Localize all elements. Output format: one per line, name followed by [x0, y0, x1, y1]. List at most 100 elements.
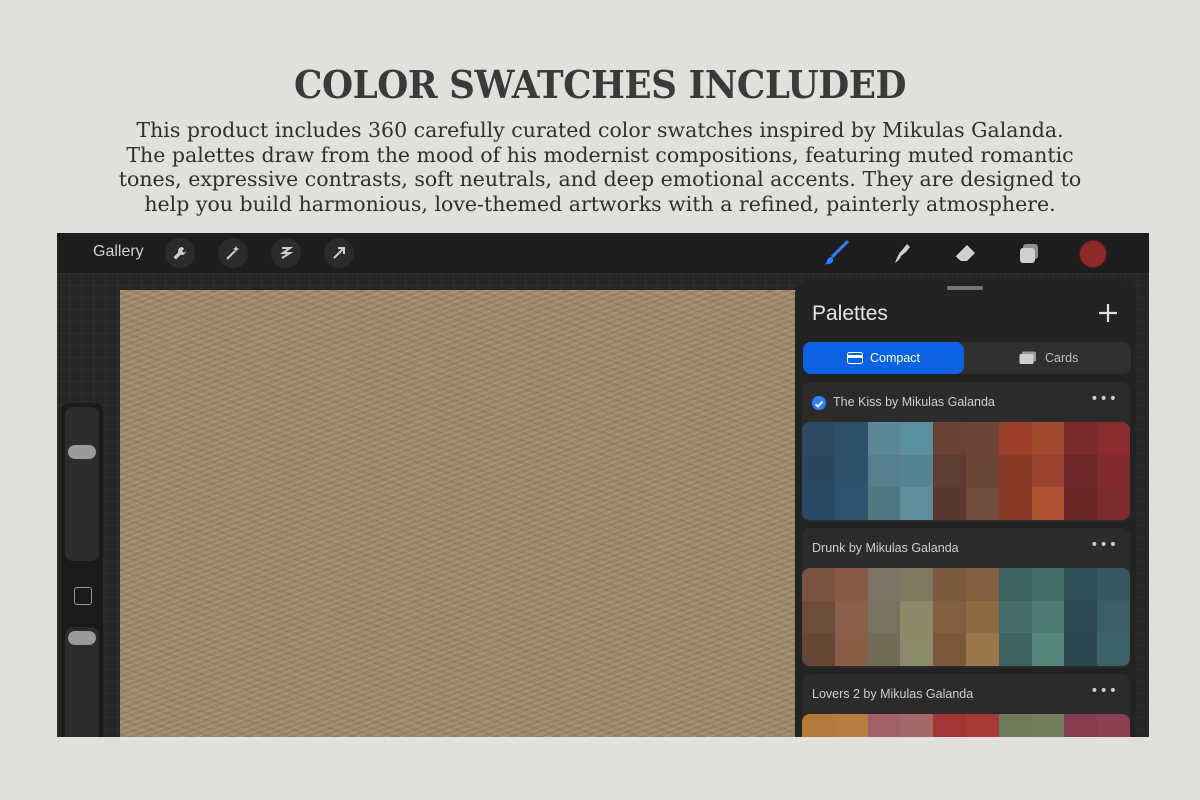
modify-button[interactable] — [74, 587, 92, 605]
opacity-handle[interactable] — [68, 631, 96, 645]
color-swatch[interactable] — [933, 487, 966, 520]
color-swatch[interactable] — [834, 454, 868, 488]
add-palette-button[interactable] — [1097, 302, 1119, 324]
color-swatch[interactable] — [998, 422, 1032, 455]
color-swatch[interactable] — [1064, 568, 1098, 601]
color-swatch[interactable] — [998, 454, 1032, 488]
color-swatch[interactable] — [998, 487, 1032, 520]
color-swatch[interactable] — [900, 454, 934, 488]
color-swatch[interactable] — [1097, 487, 1130, 520]
color-swatch[interactable] — [1064, 487, 1098, 520]
current-color-button[interactable] — [1079, 240, 1107, 268]
tab-cards[interactable]: Cards — [1045, 342, 1078, 374]
brush-size-slider[interactable] — [65, 407, 99, 561]
brush-icon[interactable] — [822, 239, 850, 267]
color-swatch[interactable] — [834, 568, 868, 601]
drawing-canvas[interactable] — [120, 290, 820, 737]
palette-card[interactable]: Lovers 2 by Mikulas Galanda ••• — [802, 674, 1130, 737]
color-swatch[interactable] — [900, 487, 934, 520]
panel-grabber[interactable] — [947, 286, 983, 290]
color-swatch[interactable] — [933, 568, 966, 601]
color-swatch[interactable] — [1031, 568, 1065, 601]
color-swatch[interactable] — [1031, 454, 1065, 488]
color-swatch[interactable] — [933, 714, 966, 737]
headline: COLOR SWATCHES INCLUDED — [294, 62, 906, 107]
color-swatch[interactable] — [1097, 454, 1130, 488]
selection-icon[interactable] — [271, 238, 301, 268]
color-swatch[interactable] — [900, 633, 934, 666]
color-swatch[interactable] — [867, 422, 901, 455]
layers-icon[interactable] — [1015, 239, 1043, 267]
color-swatch[interactable] — [965, 600, 999, 634]
opacity-slider[interactable] — [65, 627, 99, 737]
eraser-icon[interactable] — [951, 239, 979, 267]
color-swatch[interactable] — [802, 568, 835, 601]
smudge-icon[interactable] — [887, 239, 915, 267]
color-swatch[interactable] — [1064, 714, 1098, 737]
color-swatch[interactable] — [965, 714, 999, 737]
color-swatch[interactable] — [802, 633, 835, 666]
more-options-icon[interactable]: ••• — [1090, 537, 1118, 553]
color-swatch[interactable] — [867, 568, 901, 601]
brush-size-handle[interactable] — [68, 445, 96, 459]
color-swatch[interactable] — [802, 600, 835, 634]
color-swatch[interactable] — [965, 633, 999, 666]
color-swatch[interactable] — [802, 487, 835, 520]
color-swatch[interactable] — [802, 422, 835, 455]
color-swatch[interactable] — [998, 600, 1032, 634]
color-swatch[interactable] — [933, 422, 966, 455]
color-swatch[interactable] — [867, 714, 901, 737]
color-swatch[interactable] — [834, 487, 868, 520]
color-swatch[interactable] — [965, 454, 999, 488]
color-swatch[interactable] — [802, 454, 835, 488]
wrench-icon[interactable] — [165, 238, 195, 268]
color-swatch[interactable] — [933, 454, 966, 488]
color-swatch[interactable] — [1097, 422, 1130, 455]
color-swatch[interactable] — [965, 487, 999, 520]
transform-arrow-icon[interactable] — [324, 238, 354, 268]
color-swatch[interactable] — [1031, 633, 1065, 666]
color-swatch[interactable] — [933, 600, 966, 634]
color-swatch[interactable] — [1031, 422, 1065, 455]
color-swatch[interactable] — [900, 422, 934, 455]
color-swatch[interactable] — [1064, 600, 1098, 634]
color-swatch[interactable] — [998, 633, 1032, 666]
color-swatch[interactable] — [1031, 600, 1065, 634]
color-swatch[interactable] — [834, 600, 868, 634]
color-swatch[interactable] — [1064, 422, 1098, 455]
color-swatch[interactable] — [998, 714, 1032, 737]
description-line: tones, expressive contrasts, soft neutra… — [118, 167, 1082, 192]
view-mode-toggle: Compact Cards — [803, 342, 1131, 374]
color-swatch[interactable] — [965, 568, 999, 601]
color-swatch[interactable] — [1097, 568, 1130, 601]
color-swatch[interactable] — [1031, 714, 1065, 737]
color-swatch[interactable] — [900, 568, 934, 601]
color-swatch[interactable] — [867, 454, 901, 488]
color-swatch[interactable] — [867, 633, 901, 666]
color-swatch[interactable] — [1097, 714, 1130, 737]
color-swatch[interactable] — [1097, 633, 1130, 666]
palette-card[interactable]: The Kiss by Mikulas Galanda ••• — [802, 382, 1130, 522]
more-options-icon[interactable]: ••• — [1090, 683, 1118, 699]
color-swatch[interactable] — [933, 633, 966, 666]
magic-wand-icon[interactable] — [218, 238, 248, 268]
color-swatch[interactable] — [1031, 487, 1065, 520]
palette-name: The Kiss by Mikulas Galanda — [833, 395, 995, 409]
color-swatch[interactable] — [867, 600, 901, 634]
color-swatch[interactable] — [1097, 600, 1130, 634]
checkmark-icon[interactable] — [812, 396, 826, 410]
gallery-button[interactable]: Gallery — [93, 243, 144, 261]
more-options-icon[interactable]: ••• — [1090, 391, 1118, 407]
color-swatch[interactable] — [965, 422, 999, 455]
color-swatch[interactable] — [834, 633, 868, 666]
color-swatch[interactable] — [802, 714, 835, 737]
color-swatch[interactable] — [1064, 633, 1098, 666]
color-swatch[interactable] — [867, 487, 901, 520]
color-swatch[interactable] — [834, 422, 868, 455]
color-swatch[interactable] — [1064, 454, 1098, 488]
color-swatch[interactable] — [900, 600, 934, 634]
color-swatch[interactable] — [834, 714, 868, 737]
color-swatch[interactable] — [998, 568, 1032, 601]
palette-card[interactable]: Drunk by Mikulas Galanda ••• — [802, 528, 1130, 668]
color-swatch[interactable] — [900, 714, 934, 737]
